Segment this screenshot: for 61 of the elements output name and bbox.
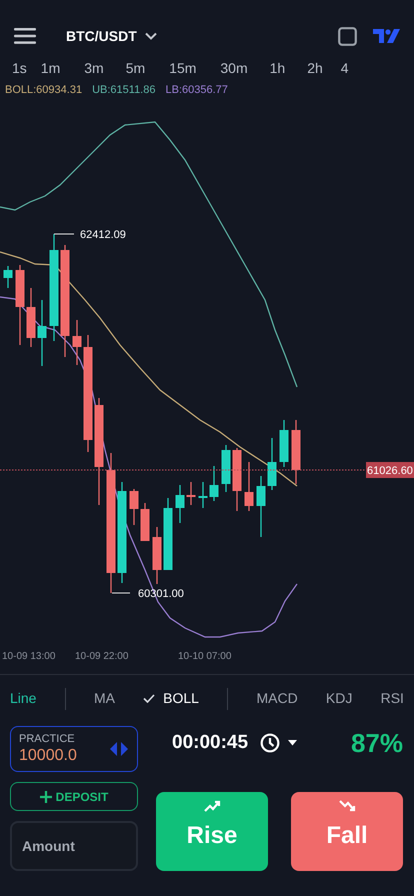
candlestick <box>292 420 300 484</box>
candlestick <box>176 485 184 523</box>
time-axis-label: 10-09 22:00 <box>75 651 128 662</box>
candlestick <box>4 266 12 288</box>
clock-icon[interactable] <box>260 733 280 753</box>
candlestick <box>210 466 218 501</box>
timeframe-tab[interactable]: 1h <box>270 58 286 78</box>
amount-field[interactable]: Amount <box>10 821 138 871</box>
menu-icon[interactable] <box>14 28 36 44</box>
plus-icon <box>40 790 52 802</box>
candlestick <box>38 300 46 366</box>
timeframe-tab[interactable]: 30m <box>220 58 248 78</box>
payout-percent: 87% <box>350 726 403 760</box>
candlestick <box>164 498 172 570</box>
candlestick <box>140 503 150 541</box>
indicator-tab[interactable]: RSI <box>380 688 404 709</box>
legend-value: UB:61511.86 <box>92 82 156 98</box>
timeframe-tab[interactable]: 5m <box>126 58 146 78</box>
account-label: PRACTICE <box>19 732 76 746</box>
price-label: 61026.60 <box>366 462 414 478</box>
account-balance: 10000.0 <box>19 746 78 766</box>
candlestick <box>280 420 288 467</box>
time-axis-label: 10-10 07:00 <box>178 651 232 662</box>
trend-up-icon <box>202 798 222 814</box>
timeframe-tab[interactable]: 15m <box>169 58 196 78</box>
candlestick <box>186 482 196 505</box>
candlestick <box>256 476 266 537</box>
legend-value: LB:60356.77 <box>165 82 228 98</box>
switch-arrows-icon <box>109 741 129 757</box>
indicator-tab[interactable]: MA <box>94 688 115 709</box>
timeframe-tab[interactable]: 1s <box>12 58 27 78</box>
timeframe-tab[interactable]: 1m <box>40 58 60 78</box>
indicator-tab[interactable]: KDJ <box>326 688 352 709</box>
checkbox-icon[interactable] <box>338 26 357 46</box>
trend-down-icon <box>337 798 357 814</box>
chevron-down-icon <box>144 32 157 40</box>
deposit-button[interactable]: DEPOSIT <box>10 782 138 811</box>
candlestick <box>130 489 138 525</box>
candlestick <box>268 438 276 490</box>
candlestick <box>222 445 230 492</box>
leader-line <box>112 592 130 594</box>
candlestick <box>152 527 162 584</box>
pair-selector[interactable]: BTC/USDT <box>66 26 157 46</box>
logo-icon[interactable] <box>373 29 400 43</box>
high-price-label: 62412.09 <box>80 229 126 241</box>
candlestick <box>232 448 242 511</box>
legend-value: BOLL:60934.31 <box>5 82 82 98</box>
candlestick <box>72 320 82 365</box>
chart-type-tab[interactable]: Line <box>10 688 36 709</box>
countdown-timer: 00:00:45 <box>172 730 248 755</box>
timeframe-tab[interactable]: 2h <box>307 58 323 78</box>
candlestick <box>244 462 254 511</box>
indicator-tab[interactable]: MACD <box>256 688 298 709</box>
timeframe-tab[interactable]: 3m <box>84 58 104 78</box>
timeframe-tab[interactable]: 4 <box>340 58 349 78</box>
time-axis-label: 10-09 13:00 <box>2 651 56 662</box>
caret-icon[interactable] <box>288 740 298 746</box>
indicator-tab[interactable]: BOLL <box>143 688 199 709</box>
account-selector[interactable]: PRACTICE 10000.0 <box>10 726 138 772</box>
candlestick <box>198 482 208 508</box>
candlestick <box>26 288 36 347</box>
